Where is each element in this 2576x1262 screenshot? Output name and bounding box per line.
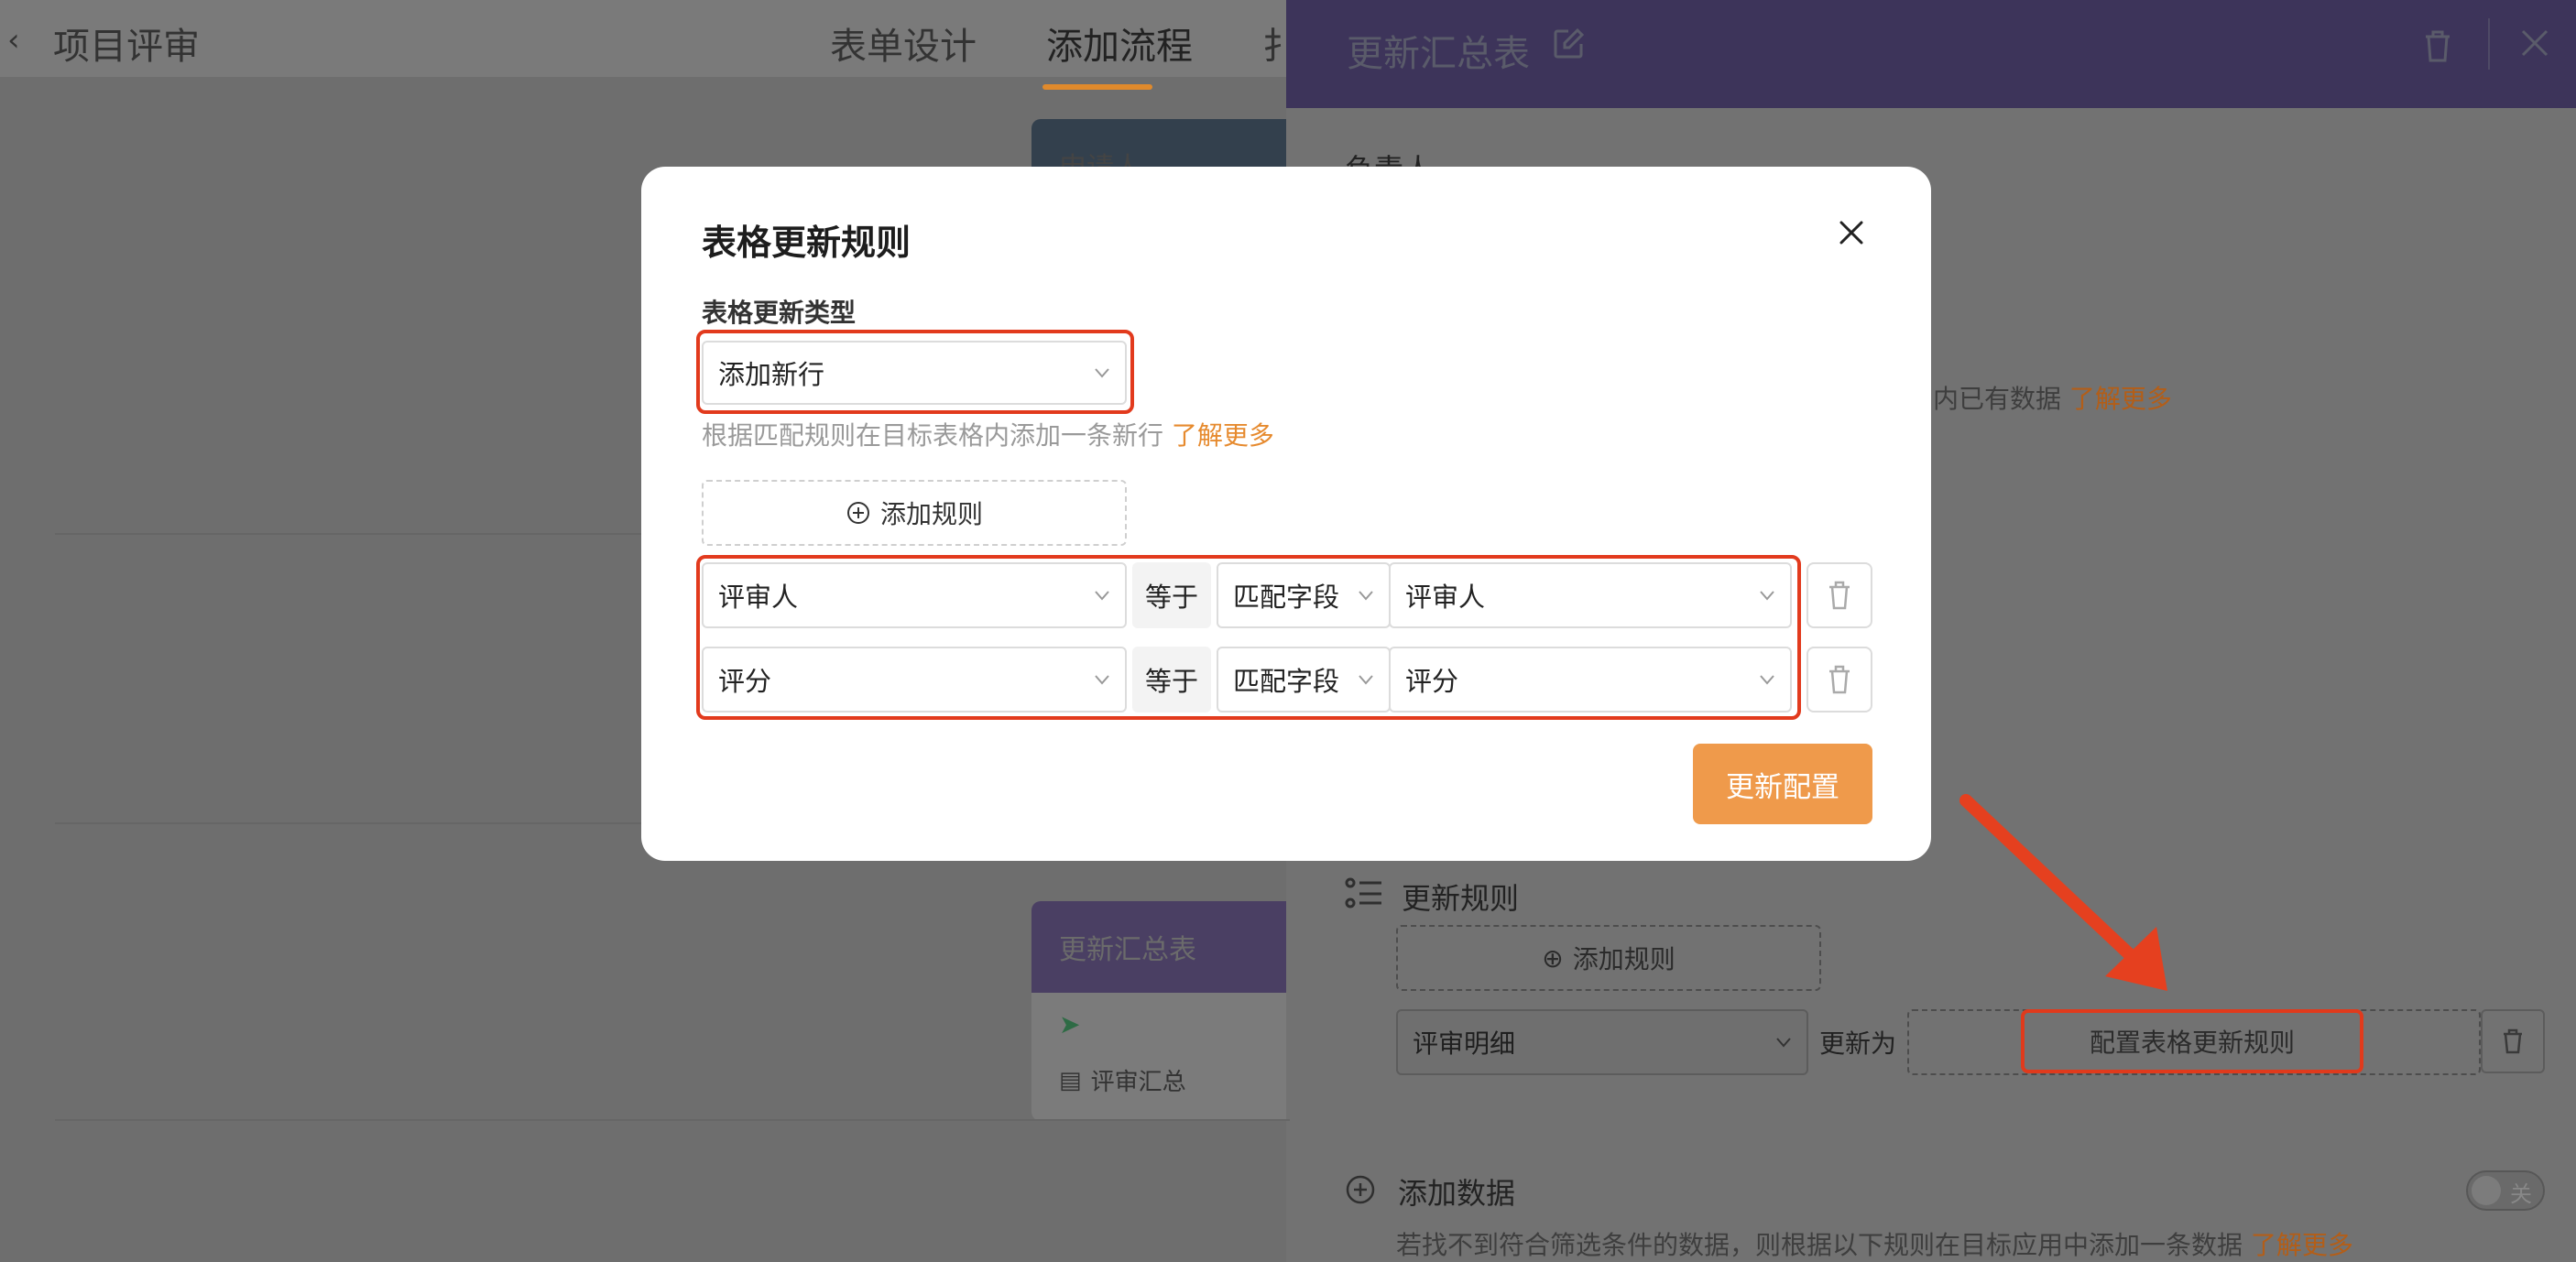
list-icon (1345, 877, 1381, 908)
toggle-label: 关 (2510, 1181, 2532, 1207)
toggle-knob (2472, 1176, 2501, 1205)
update-type-hint: 根据匹配规则在目标表格内添加一条新行 了解更多 (702, 420, 1274, 451)
delete-rule-button[interactable] (1806, 647, 1872, 713)
update-type-label: 表格更新类型 (702, 298, 857, 328)
learn-more-link[interactable]: 了解更多 (2251, 1230, 2353, 1260)
add-data-hint: 若找不到符合筛选条件的数据，则根据以下规则在目标应用中添加一条数据 了解更多 (1396, 1230, 2353, 1260)
configure-table-rule-button[interactable]: 配置表格更新规则 (2021, 1009, 2363, 1073)
tab-form-design[interactable]: 表单设计 (830, 16, 977, 70)
drawer-add-rule-button[interactable]: ⊕ 添加规则 (1396, 925, 1821, 991)
process-node-update-summary[interactable]: 更新汇总表 ➤ ▤ 评审汇总 (1031, 901, 1297, 1121)
chevron-left-icon[interactable]: ‹ (7, 22, 20, 59)
drawer-title: 更新汇总表 (1347, 33, 1530, 75)
active-tab-indicator (1042, 84, 1152, 90)
node-target: 评审汇总 (1090, 1069, 1186, 1096)
edit-icon[interactable] (1550, 26, 1587, 62)
annotation-arrow (1959, 794, 2167, 991)
header-divider (2488, 18, 2490, 70)
trash-icon (1829, 581, 1850, 610)
add-data-toggle[interactable]: 关 (2466, 1170, 2545, 1211)
chevron-down-icon (1776, 1038, 1791, 1048)
section-divider (55, 1119, 1290, 1121)
update-to-label: 更新为 (1819, 1028, 1897, 1059)
learn-more-link[interactable]: 了解更多 (2069, 384, 2172, 414)
close-icon[interactable] (1837, 218, 1866, 247)
close-icon[interactable] (2519, 27, 2550, 59)
table-icon: ▤ (1059, 1066, 1082, 1094)
add-rule-button[interactable]: 添加规则 (702, 480, 1127, 546)
drawer-field-select[interactable]: 评审明细 (1396, 1009, 1808, 1075)
trash-icon (2504, 1028, 2522, 1054)
drawer-header: 更新汇总表 (1286, 0, 2576, 108)
send-icon: ➤ (1059, 1009, 1081, 1039)
add-data-section-title: 添加数据 (1398, 1176, 1516, 1211)
plus-circle-icon (846, 502, 869, 524)
highlight-box (696, 330, 1134, 414)
table-update-rule-modal: 表格更新规则 表格更新类型 添加新行 根据匹配规则在目标表格内添加一条新行 了解… (641, 167, 1931, 861)
update-config-button[interactable]: 更新配置 (1693, 744, 1872, 824)
page-title: 项目评审 (53, 26, 200, 68)
node-title: 更新汇总表 (1031, 901, 1297, 993)
plus-circle-icon: ⊕ (1542, 942, 1564, 974)
drawer-hint-partial: 内已有数据 了解更多 (1933, 384, 2172, 414)
highlight-box (696, 555, 1801, 720)
tab-add-process[interactable]: 添加流程 (1046, 16, 1193, 70)
drawer-delete-rule-button[interactable] (2481, 1009, 2545, 1073)
top-bar: ‹ 项目评审 表单设计 添加流程 扌 (0, 0, 1299, 77)
rules-section-title: 更新规则 (1402, 881, 1520, 916)
delete-rule-button[interactable] (1806, 562, 1872, 628)
trash-icon[interactable] (2422, 27, 2453, 64)
plus-circle-icon (1346, 1175, 1375, 1204)
trash-icon (1829, 665, 1850, 694)
modal-title: 表格更新规则 (702, 223, 911, 263)
learn-more-link[interactable]: 了解更多 (1172, 420, 1274, 451)
